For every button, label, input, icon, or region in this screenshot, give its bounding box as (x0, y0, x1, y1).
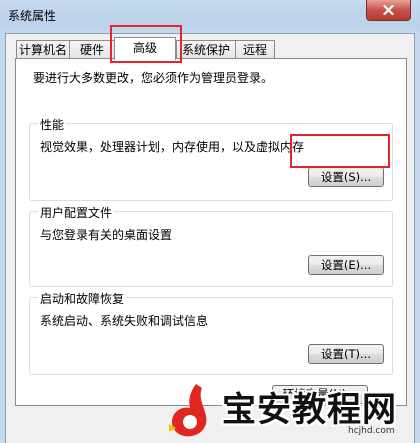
user-profile-group: 用户配置文件 与您登录有关的桌面设置 设置(E)... (29, 204, 393, 287)
performance-title: 性能 (38, 116, 67, 133)
close-button[interactable] (366, 0, 411, 21)
close-icon (383, 5, 394, 15)
tab-advanced[interactable]: 高级 (114, 37, 176, 60)
site-logo-icon (169, 384, 207, 437)
startup-recovery-group: 启动和故障恢复 系统启动、系统失败和调试信息 设置(T)... (29, 290, 393, 375)
startup-recovery-title: 启动和故障恢复 (38, 290, 127, 307)
tab-remote[interactable]: 远程 (235, 40, 275, 59)
watermark-text: 宝安教程网 (222, 390, 397, 430)
tab-hardware[interactable]: 硬件 (69, 40, 115, 59)
advanced-tab-panel: 要进行大多数更改，您必须作为管理员登录。 性能 视觉效果，处理器计划，内存使用，… (15, 58, 407, 406)
watermark: 宝安教程网 hcjhd.com (169, 380, 420, 442)
performance-settings-button[interactable]: 设置(S)... (308, 167, 384, 187)
tab-computer-name[interactable]: 计算机名 (16, 40, 70, 59)
user-profile-settings-button[interactable]: 设置(E)... (308, 255, 384, 275)
user-profile-title: 用户配置文件 (38, 204, 115, 221)
startup-recovery-settings-button[interactable]: 设置(T)... (308, 344, 384, 364)
tab-system-protection[interactable]: 系统保护 (176, 40, 236, 59)
admin-notice: 要进行大多数更改，您必须作为管理员登录。 (33, 71, 274, 85)
user-profile-desc: 与您登录有关的桌面设置 (40, 228, 173, 242)
startup-recovery-desc: 系统启动、系统失败和调试信息 (40, 314, 209, 328)
title-bar[interactable]: 系统属性 (0, 0, 420, 33)
window-title: 系统属性 (8, 9, 57, 23)
performance-desc: 视觉效果，处理器计划，内存使用，以及虚拟内存 (40, 140, 305, 154)
watermark-url: hcjhd.com (348, 426, 395, 436)
performance-group: 性能 视觉效果，处理器计划，内存使用，以及虚拟内存 设置(S)... (29, 116, 393, 201)
system-properties-window: 系统属性 计算机名 硬件 高级 系统保护 远程 要进行大多数更改，您必须作为管理… (0, 0, 420, 443)
